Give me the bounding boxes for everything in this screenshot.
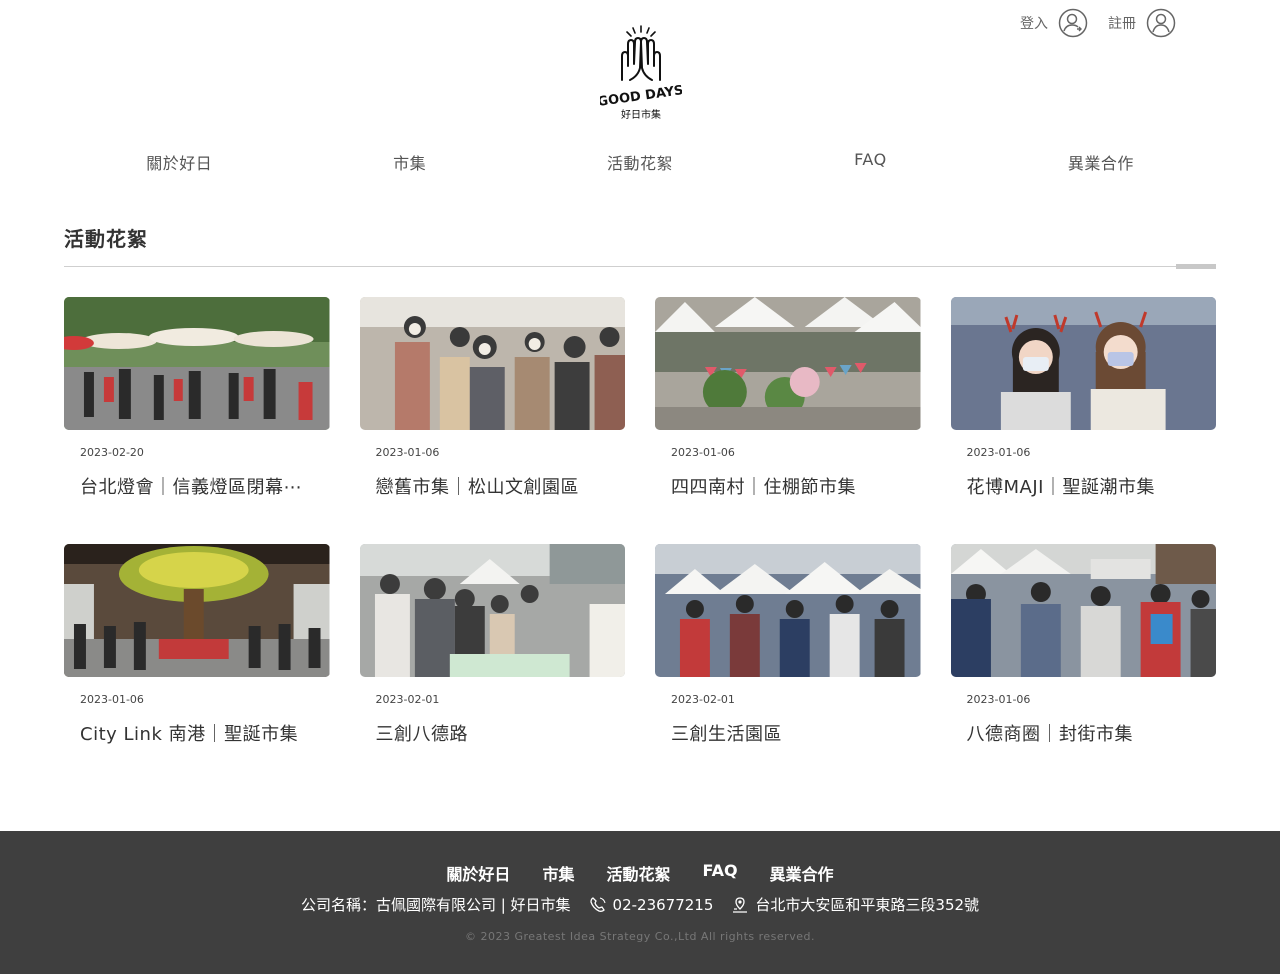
event-card[interactable]: 2023-02-20 台北燈會｜信義燈區閉幕⋯	[64, 297, 330, 544]
event-date: 2023-01-06	[966, 693, 1031, 706]
phone-icon	[589, 896, 606, 912]
event-date: 2023-02-01	[671, 693, 735, 706]
event-date: 2023-01-06	[375, 446, 440, 459]
event-card[interactable]: 2023-01-06 City Link 南港｜聖誕市集	[64, 544, 330, 791]
hands-logo-icon: GOOD DAYS 好日市集	[600, 25, 682, 121]
footer-info: 公司名稱：古佩國際有限公司 | 好日市集 02-23677215 台北市大安區和…	[0, 894, 1280, 915]
register-label: 註冊	[1108, 16, 1136, 32]
event-photo	[359, 544, 625, 677]
event-card[interactable]: 2023-01-06 花博MAJI｜聖誕潮市集	[950, 297, 1216, 544]
header: GOOD DAYS 好日市集 登入 註冊 關於好日 市集 活動花絮 FAQ 異業…	[0, 0, 1280, 210]
footer-link-faq[interactable]: FAQ	[702, 861, 737, 885]
login-link[interactable]: 登入	[1020, 8, 1088, 38]
event-date: 2023-01-06	[671, 446, 735, 459]
event-title: 台北燈會｜信義燈區閉幕⋯	[80, 477, 302, 498]
event-title: City Link 南港｜聖誕市集	[80, 724, 299, 745]
event-grid: 2023-02-20 台北燈會｜信義燈區閉幕⋯ 2023-01-06 戀舊市集｜…	[64, 297, 1216, 791]
footer-link-highlights[interactable]: 活動花絮	[606, 861, 670, 885]
login-label: 登入	[1020, 16, 1048, 32]
nav-item-about[interactable]: 關於好日	[64, 150, 294, 174]
nav-item-market[interactable]: 市集	[294, 150, 524, 174]
event-card[interactable]: 2023-02-01 三創八德路	[359, 544, 625, 791]
event-card[interactable]: 2023-01-06 四四南村｜住棚節市集	[655, 297, 921, 544]
section-title: 活動花絮	[64, 227, 148, 251]
event-photo	[64, 297, 330, 430]
main-nav: 關於好日 市集 活動花絮 FAQ 異業合作	[64, 150, 1216, 174]
footer-link-about[interactable]: 關於好日	[446, 861, 510, 885]
divider-accent	[1176, 264, 1216, 269]
event-card[interactable]: 2023-01-06 戀舊市集｜松山文創園區	[359, 297, 625, 544]
event-date: 2023-01-06	[966, 446, 1031, 459]
logo-subtext: 好日市集	[621, 108, 661, 121]
event-card[interactable]: 2023-01-06 八德商圈｜封街市集	[950, 544, 1216, 791]
event-date: 2023-01-06	[80, 693, 144, 706]
event-date: 2023-02-20	[80, 446, 144, 459]
event-date: 2023-02-01	[375, 693, 440, 706]
section-divider	[64, 266, 1216, 267]
company-name: 公司名稱：古佩國際有限公司 | 好日市集	[300, 896, 571, 914]
auth-links: 登入 註冊	[1000, 8, 1176, 38]
event-title: 四四南村｜住棚節市集	[671, 477, 856, 498]
event-photo	[359, 297, 625, 430]
copyright: © 2023 Greatest Idea Strategy Co.,Ltd Al…	[465, 930, 815, 943]
event-photo	[64, 544, 330, 677]
login-user-icon	[1058, 8, 1088, 38]
nav-item-faq[interactable]: FAQ	[755, 150, 985, 174]
address-group: 台北市大安區和平東路三段352號	[731, 894, 979, 915]
footer-link-market[interactable]: 市集	[542, 861, 574, 885]
nav-item-highlights[interactable]: 活動花絮	[525, 150, 755, 174]
event-title: 三創生活園區	[671, 724, 782, 745]
footer-link-partnership[interactable]: 異業合作	[770, 861, 834, 885]
event-photo	[950, 297, 1216, 430]
event-title: 八德商圈｜封街市集	[966, 724, 1133, 745]
event-photo	[655, 544, 921, 677]
event-title: 戀舊市集｜松山文創園區	[375, 477, 579, 498]
phone-number[interactable]: 02-23677215	[613, 896, 714, 914]
footer-nav: 關於好日 市集 活動花絮 FAQ 異業合作	[0, 861, 1280, 885]
logo-text: GOOD DAYS	[600, 83, 682, 110]
event-photo	[950, 544, 1216, 677]
event-photo	[655, 297, 921, 430]
brand-logo[interactable]: GOOD DAYS 好日市集	[600, 22, 682, 122]
register-user-icon	[1146, 8, 1176, 38]
address: 台北市大安區和平東路三段352號	[755, 896, 980, 914]
event-title: 三創八德路	[375, 724, 468, 745]
register-link[interactable]: 註冊	[1108, 8, 1176, 38]
nav-item-partnership[interactable]: 異業合作	[986, 150, 1216, 174]
footer: 關於好日 市集 活動花絮 FAQ 異業合作 公司名稱：古佩國際有限公司 | 好日…	[0, 831, 1280, 974]
location-icon	[733, 896, 748, 913]
event-title: 花博MAJI｜聖誕潮市集	[966, 477, 1155, 498]
phone-group: 02-23677215	[589, 896, 714, 914]
event-card[interactable]: 2023-02-01 三創生活園區	[655, 544, 921, 791]
